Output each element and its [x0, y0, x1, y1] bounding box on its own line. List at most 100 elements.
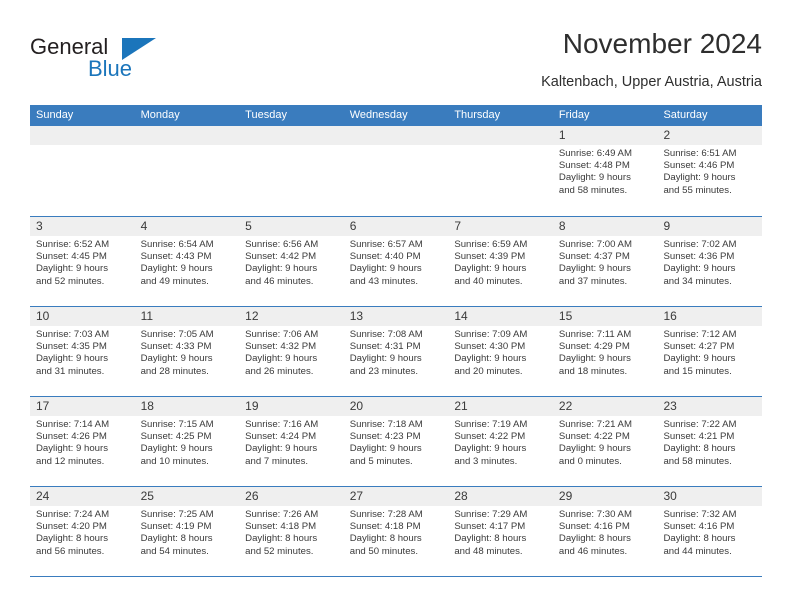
day-sun-details: Sunrise: 7:12 AM Sunset: 4:27 PM Daylight:…	[657, 326, 762, 378]
calendar-day-cell[interactable]: 30 Sunrise: 7:32 AM Sunset: 4:16 PM Dayligh…	[657, 487, 763, 576]
day-detail-line: Sunset: 4:46 PM	[663, 160, 735, 172]
day-detail-line: Sunset: 4:43 PM	[140, 251, 212, 263]
day-detail-line: Sunset: 4:48 PM	[558, 160, 630, 172]
calendar-day-cell[interactable]: 29 Sunrise: 7:30 AM Sunset: 4:16 PM Dayligh…	[552, 487, 658, 576]
calendar-day-cell[interactable]: 18 Sunrise: 7:15 AM Sunset: 4:25 PM Dayligh…	[134, 397, 240, 486]
day-sun-details: Sunrise: 7:30 AM Sunset: 4:16 PM Daylight:…	[553, 506, 658, 558]
day-detail-line: Sunrise: 7:08 AM	[349, 329, 423, 340]
weekday-header-row: Sunday Monday Tuesday Wednesday Thursday…	[30, 105, 762, 126]
day-sun-details: Sunrise: 6:52 AM Sunset: 4:45 PM Daylight:…	[30, 236, 135, 288]
day-detail-line: Daylight: 9 hours	[349, 263, 422, 275]
calendar-day-cell[interactable]: 2 Sunrise: 6:51 AM Sunset: 4:46 PM Daylight…	[657, 126, 763, 216]
day-detail-line: Daylight: 8 hours	[349, 533, 422, 545]
calendar-day-cell[interactable]: 4 Sunrise: 6:54 AM Sunset: 4:43 PM Daylight…	[134, 217, 240, 306]
day-number: 27	[349, 489, 364, 503]
day-detail-line: Daylight: 8 hours	[663, 443, 736, 455]
calendar-day-cell[interactable]: 27 Sunrise: 7:28 AM Sunset: 4:18 PM Dayligh…	[343, 487, 449, 576]
day-sun-details: Sunrise: 7:05 AM Sunset: 4:33 PM Daylight:…	[135, 326, 240, 378]
day-number: 22	[558, 399, 573, 413]
day-number: 12	[245, 309, 259, 323]
day-number-band: 10	[30, 307, 135, 326]
day-detail-line: Sunrise: 7:28 AM	[349, 509, 423, 520]
day-sun-details	[239, 145, 344, 148]
calendar-day-cell[interactable]: 16 Sunrise: 7:12 AM Sunset: 4:27 PM Dayligh…	[657, 307, 763, 396]
day-detail-line: Sunrise: 7:18 AM	[349, 419, 423, 430]
day-sun-details: Sunrise: 7:00 AM Sunset: 4:37 PM Daylight:…	[553, 236, 658, 288]
calendar-day-cell[interactable]: 1 Sunrise: 6:49 AM Sunset: 4:48 PM Daylight…	[552, 126, 658, 216]
day-detail-line: Sunset: 4:45 PM	[36, 251, 107, 263]
calendar-day-cell[interactable]: 19 Sunrise: 7:16 AM Sunset: 4:24 PM Dayligh…	[239, 397, 344, 486]
day-detail-line: Sunset: 4:40 PM	[349, 251, 421, 263]
day-detail-line: Sunset: 4:20 PM	[36, 521, 107, 533]
day-detail-line: and 54 minutes.	[140, 545, 209, 557]
day-number-band: 3	[30, 217, 135, 236]
day-detail-line: Daylight: 9 hours	[245, 263, 318, 275]
day-sun-details: Sunrise: 7:22 AM Sunset: 4:21 PM Daylight:…	[657, 416, 762, 468]
day-detail-line: Daylight: 9 hours	[558, 353, 631, 365]
day-detail-line: Daylight: 9 hours	[349, 353, 422, 365]
calendar-day-cell[interactable]: 15 Sunrise: 7:11 AM Sunset: 4:29 PM Dayligh…	[552, 307, 658, 396]
day-detail-line: Sunset: 4:42 PM	[245, 251, 317, 263]
day-detail-line: Sunset: 4:29 PM	[558, 341, 630, 353]
calendar-day-cell[interactable]: 23 Sunrise: 7:22 AM Sunset: 4:21 PM Dayligh…	[657, 397, 763, 486]
calendar-day-cell[interactable]: 14 Sunrise: 7:09 AM Sunset: 4:30 PM Dayligh…	[448, 307, 553, 396]
day-sun-details: Sunrise: 7:02 AM Sunset: 4:36 PM Daylight:…	[657, 236, 762, 288]
general-blue-logo[interactable]: General Blue	[30, 34, 160, 90]
day-detail-line: Daylight: 8 hours	[558, 533, 631, 545]
calendar-day-cell[interactable]: 10 Sunrise: 7:03 AM Sunset: 4:35 PM Dayligh…	[30, 307, 135, 396]
day-number: 3	[36, 219, 43, 233]
day-detail-line: Sunset: 4:16 PM	[663, 521, 735, 533]
calendar-day-cell[interactable]: 28 Sunrise: 7:29 AM Sunset: 4:17 PM Dayligh…	[448, 487, 553, 576]
day-sun-details: Sunrise: 6:51 AM Sunset: 4:46 PM Daylight:…	[657, 145, 762, 197]
day-number-band	[448, 126, 553, 145]
calendar-empty-cell	[134, 126, 240, 216]
calendar-day-cell[interactable]: 20 Sunrise: 7:18 AM Sunset: 4:23 PM Dayligh…	[343, 397, 449, 486]
day-number-band	[30, 126, 135, 145]
day-detail-line: Daylight: 9 hours	[140, 353, 213, 365]
day-detail-line: and 23 minutes.	[349, 365, 419, 377]
weekday-header-thursday: Thursday	[454, 109, 501, 121]
day-sun-details	[344, 145, 449, 148]
calendar-day-cell[interactable]: 3 Sunrise: 6:52 AM Sunset: 4:45 PM Daylight…	[30, 217, 135, 306]
calendar-day-cell[interactable]: 8 Sunrise: 7:00 AM Sunset: 4:37 PM Daylight…	[552, 217, 658, 306]
day-detail-line: Sunrise: 7:05 AM	[140, 329, 214, 340]
day-number-band: 6	[343, 217, 449, 236]
day-detail-line: Sunrise: 7:06 AM	[245, 329, 319, 340]
day-detail-line: Daylight: 8 hours	[663, 533, 736, 545]
day-detail-line: Sunrise: 7:11 AM	[558, 329, 632, 340]
calendar-week-row: 3 Sunrise: 6:52 AM Sunset: 4:45 PM Daylight…	[30, 216, 763, 306]
day-sun-details: Sunrise: 7:11 AM Sunset: 4:29 PM Daylight:…	[553, 326, 658, 378]
calendar-day-cell[interactable]: 9 Sunrise: 7:02 AM Sunset: 4:36 PM Daylight…	[657, 217, 763, 306]
calendar-day-cell[interactable]: 17 Sunrise: 7:14 AM Sunset: 4:26 PM Dayligh…	[30, 397, 135, 486]
calendar-day-cell[interactable]: 6 Sunrise: 6:57 AM Sunset: 4:40 PM Daylight…	[343, 217, 449, 306]
calendar-day-cell[interactable]: 25 Sunrise: 7:25 AM Sunset: 4:19 PM Dayligh…	[134, 487, 240, 576]
calendar-empty-cell	[239, 126, 344, 216]
calendar-day-cell[interactable]: 24 Sunrise: 7:24 AM Sunset: 4:20 PM Dayligh…	[30, 487, 135, 576]
day-number: 13	[349, 309, 364, 323]
day-detail-line: Sunset: 4:23 PM	[349, 431, 421, 443]
day-number-band	[134, 126, 240, 145]
calendar-day-cell[interactable]: 22 Sunrise: 7:21 AM Sunset: 4:22 PM Dayligh…	[552, 397, 658, 486]
weekday-header-saturday: Saturday	[663, 109, 708, 121]
day-detail-line: and 50 minutes.	[349, 545, 419, 557]
day-detail-line: Sunrise: 7:19 AM	[454, 419, 528, 430]
calendar-day-cell[interactable]: 5 Sunrise: 6:56 AM Sunset: 4:42 PM Daylight…	[239, 217, 344, 306]
calendar-day-cell[interactable]: 7 Sunrise: 6:59 AM Sunset: 4:39 PM Daylight…	[448, 217, 553, 306]
day-sun-details: Sunrise: 7:25 AM Sunset: 4:19 PM Daylight:…	[135, 506, 240, 558]
calendar-day-cell[interactable]: 11 Sunrise: 7:05 AM Sunset: 4:33 PM Dayligh…	[134, 307, 240, 396]
day-sun-details: Sunrise: 7:14 AM Sunset: 4:26 PM Daylight:…	[30, 416, 135, 468]
day-detail-line: Sunset: 4:31 PM	[349, 341, 421, 353]
day-detail-line: Sunrise: 6:51 AM	[663, 148, 737, 159]
calendar-day-cell[interactable]: 13 Sunrise: 7:08 AM Sunset: 4:31 PM Dayligh…	[343, 307, 449, 396]
day-number: 5	[245, 219, 252, 233]
calendar-day-cell[interactable]: 26 Sunrise: 7:26 AM Sunset: 4:18 PM Dayligh…	[239, 487, 344, 576]
day-number: 30	[663, 489, 677, 503]
day-detail-line: and 56 minutes.	[36, 545, 105, 557]
calendar-day-cell[interactable]: 12 Sunrise: 7:06 AM Sunset: 4:32 PM Dayligh…	[239, 307, 344, 396]
day-number-band: 24	[30, 487, 135, 506]
day-detail-line: Sunset: 4:26 PM	[36, 431, 107, 443]
day-detail-line: Sunrise: 7:02 AM	[663, 239, 737, 250]
day-detail-line: Daylight: 8 hours	[454, 533, 527, 545]
calendar-day-cell[interactable]: 21 Sunrise: 7:19 AM Sunset: 4:22 PM Dayligh…	[448, 397, 553, 486]
day-number-band: 22	[552, 397, 658, 416]
